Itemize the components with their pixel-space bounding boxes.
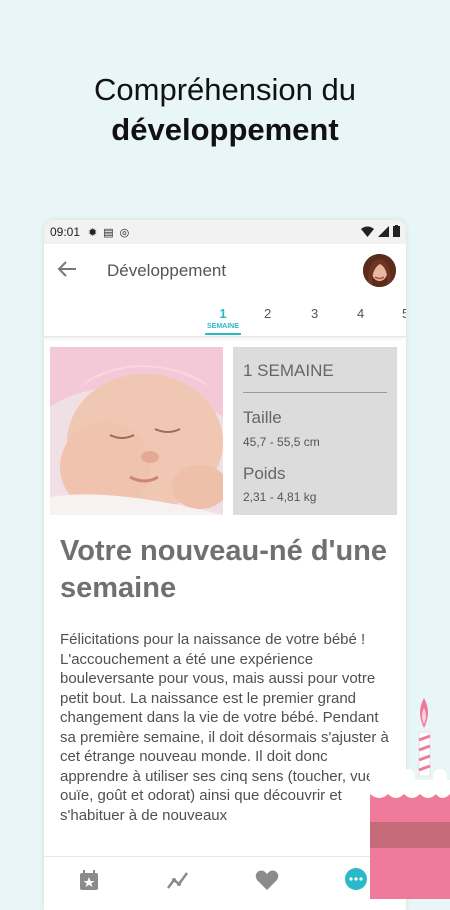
- size-label: Taille: [243, 408, 282, 427]
- baby-illustration: [50, 347, 223, 515]
- tab-sublabel: SEMAINE: [207, 323, 239, 330]
- calendar-icon[interactable]: [76, 867, 102, 893]
- tab-week-2[interactable]: 2: [264, 306, 271, 321]
- size-value: 45,7 - 55,5 cm: [243, 435, 320, 449]
- back-arrow-icon[interactable]: [56, 258, 78, 280]
- page-title: Développement: [107, 261, 227, 280]
- tab-label: 3: [311, 306, 319, 321]
- active-tab-indicator: [205, 333, 241, 335]
- tab-week-4[interactable]: 4: [357, 306, 364, 321]
- signal-icon: [378, 225, 389, 237]
- tab-label: 5: [402, 306, 406, 321]
- chart-icon[interactable]: [165, 867, 191, 893]
- tab-label: 4: [357, 306, 365, 321]
- avatar-image: [363, 254, 396, 287]
- avatar[interactable]: [363, 254, 396, 287]
- wifi-icon: [361, 226, 374, 237]
- week-label: 1 SEMAINE: [243, 361, 334, 380]
- tab-week-5[interactable]: 5: [402, 306, 406, 321]
- app-bar: Développement: [44, 244, 406, 296]
- baby-photo: [50, 347, 223, 515]
- settings-icon: ✹: [88, 226, 98, 239]
- message-icon: ▤: [103, 226, 114, 239]
- phone-screen: 09:01 ✹ ▤ ◎ Développement 1 SEMAINE 2 3 …: [44, 220, 406, 910]
- battery-icon: [393, 225, 400, 237]
- week-tabs: 1 SEMAINE 2 3 4 5: [44, 296, 406, 337]
- week-info-card: 1 SEMAINE Taille 45,7 - 55,5 cm Poids 2,…: [233, 347, 397, 515]
- weight-value: 2,31 - 4,81 kg: [243, 490, 317, 504]
- heart-icon[interactable]: [254, 867, 280, 893]
- status-bar: 09:01 ✹ ▤ ◎: [44, 220, 406, 244]
- bottom-navigation: [44, 856, 406, 910]
- sync-icon: ◎: [119, 226, 130, 239]
- tab-label: 2: [264, 306, 272, 321]
- promo-line-2: développement: [111, 112, 339, 147]
- status-time: 09:01: [50, 225, 81, 239]
- promo-heading: Compréhension du développement: [0, 70, 450, 150]
- divider: [243, 392, 387, 393]
- article-headline: Votre nouveau-né d'une semaine: [60, 535, 388, 604]
- birthday-cake-icon: [369, 698, 450, 899]
- tab-label: 1: [219, 306, 227, 321]
- tab-week-3[interactable]: 3: [311, 306, 318, 321]
- weight-label: Poids: [243, 464, 286, 483]
- promo-line-1: Compréhension du: [94, 72, 356, 107]
- tab-week-1[interactable]: 1 SEMAINE: [205, 306, 241, 335]
- article-body: Félicitations pour la naissance de votre…: [60, 631, 389, 824]
